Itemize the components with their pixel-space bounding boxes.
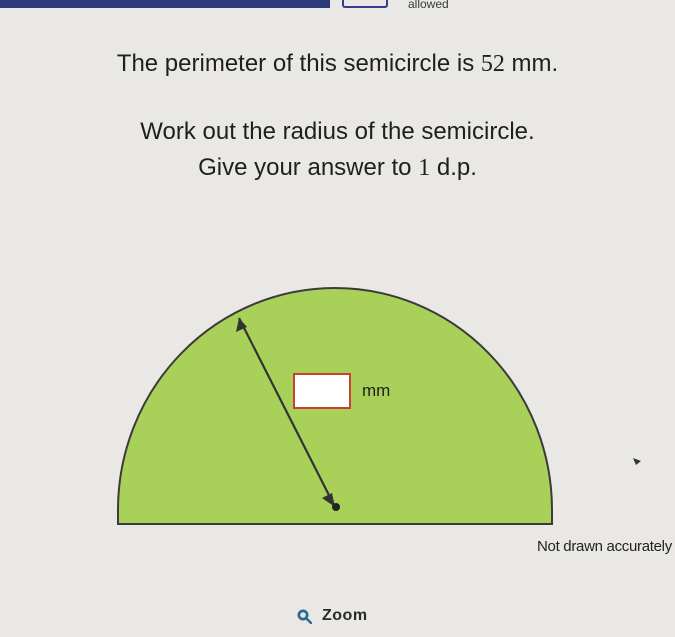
radius-unit-label: mm [362,381,391,400]
centre-dot [332,503,340,511]
radius-answer-input[interactable] [293,373,351,409]
zoom-label: Zoom [322,607,368,624]
not-drawn-accurately-note: Not drawn accurately [537,538,672,555]
magnifier-icon [297,609,312,624]
cursor-icon [633,458,641,465]
zoom-button[interactable]: Zoom [296,604,368,628]
